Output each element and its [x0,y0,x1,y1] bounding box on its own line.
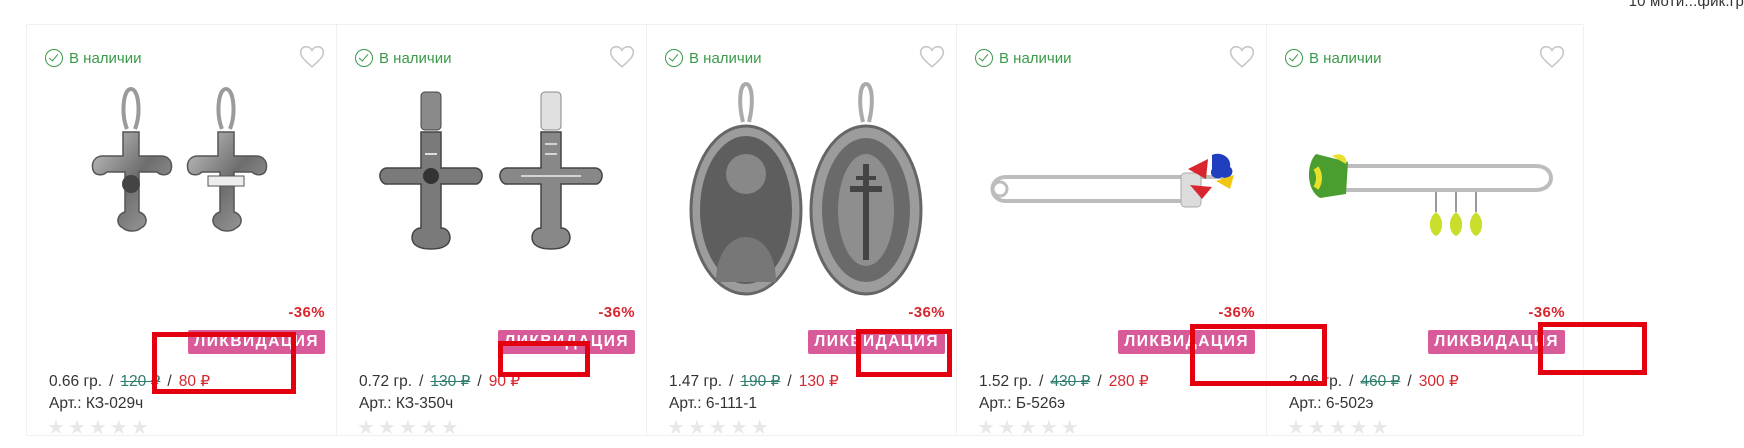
star-icon[interactable]: ★ [1371,418,1389,438]
check-circle-icon [1285,49,1303,67]
new-price: 280 ₽ [1108,373,1149,390]
price-line: 1.47 гр. / 190 ₽ / 130 ₽ [669,372,839,391]
price-highlight-box [1538,322,1647,375]
star-icon[interactable]: ★ [357,418,375,438]
weight: 0.66 гр. [49,372,103,390]
star-icon[interactable]: ★ [1329,418,1347,438]
new-price: 130 ₽ [798,373,839,390]
safety-pin-leaves-icon [1308,154,1553,236]
stock-status: В наличии [355,49,452,67]
rating-stars[interactable]: ★ ★ ★ ★ ★ [357,418,459,438]
heart-icon[interactable] [609,45,635,69]
heart-icon[interactable] [1229,45,1255,69]
product-card[interactable]: В наличии -36% ЛИКВИДАЦИЯ 0.72 гр. / 130… [336,24,654,438]
weight: 1.47 гр. [669,372,723,390]
old-price: 130 ₽ [430,373,471,390]
rating-stars[interactable]: ★ ★ ★ ★ ★ [47,418,149,438]
stock-label: В наличии [1309,49,1382,67]
product-image[interactable] [657,73,955,305]
price-highlight-box [152,332,296,394]
stock-label: В наличии [689,49,762,67]
star-icon[interactable]: ★ [420,418,438,438]
stock-label: В наличии [69,49,142,67]
sku: Арт.: Б-526э [979,395,1066,412]
star-icon[interactable]: ★ [1040,418,1058,438]
safety-pin-butterfly-icon [990,153,1234,208]
star-icon[interactable]: ★ [1287,418,1305,438]
star-icon[interactable]: ★ [998,418,1016,438]
discount-label: -36% [288,304,325,321]
rating-stars[interactable]: ★ ★ ★ ★ ★ [1287,418,1389,438]
star-icon[interactable]: ★ [730,418,748,438]
star-icon[interactable]: ★ [1308,418,1326,438]
stock-label: В наличии [999,49,1072,67]
star-icon[interactable]: ★ [68,418,86,438]
orthodox-cross-pair-icon [379,91,603,250]
star-icon[interactable]: ★ [89,418,107,438]
heart-icon[interactable] [299,45,325,69]
star-icon[interactable]: ★ [709,418,727,438]
star-icon[interactable]: ★ [977,418,995,438]
product-image[interactable] [967,73,1265,305]
star-icon[interactable]: ★ [110,418,128,438]
star-icon[interactable]: ★ [399,418,417,438]
star-icon[interactable]: ★ [1061,418,1079,438]
check-circle-icon [665,49,683,67]
star-icon[interactable]: ★ [1019,418,1037,438]
star-icon[interactable]: ★ [1350,418,1368,438]
old-price: 190 ₽ [740,373,781,390]
rating-stars[interactable]: ★ ★ ★ ★ ★ [977,418,1079,438]
star-icon[interactable]: ★ [751,418,769,438]
sku: Арт.: 6-111-1 [669,395,758,412]
icon-medallion-pair [689,81,923,295]
stock-label: В наличии [379,49,452,67]
star-icon[interactable]: ★ [378,418,396,438]
check-circle-icon [355,49,373,67]
discount-label: -36% [1218,304,1255,321]
discount-label: -36% [598,304,635,321]
star-icon[interactable]: ★ [667,418,685,438]
weight: 0.72 гр. [359,372,413,390]
product-image[interactable] [1277,73,1575,305]
stock-status: В наличии [665,49,762,67]
heart-icon[interactable] [919,45,945,69]
cross-pair-icon [91,86,268,232]
star-icon[interactable]: ★ [441,418,459,438]
sku: Арт.: 6-502э [1289,395,1374,412]
check-circle-icon [45,49,63,67]
heart-icon[interactable] [1539,45,1565,69]
product-image[interactable] [347,73,645,305]
sku: Арт.: КЗ-350ч [359,395,454,412]
old-price: 460 ₽ [1360,373,1401,390]
price-highlight-box [498,341,590,377]
stock-status: В наличии [45,49,142,67]
price-line: 0.72 гр. / 130 ₽ / 90 ₽ [359,372,521,391]
product-image[interactable] [37,73,335,305]
sku: Арт.: КЗ-029ч [49,395,144,412]
check-circle-icon [975,49,993,67]
star-icon[interactable]: ★ [688,418,706,438]
price-line: 1.52 гр. / 430 ₽ / 280 ₽ [979,372,1149,391]
discount-label: -36% [908,304,945,321]
old-price: 430 ₽ [1050,373,1091,390]
new-price: 300 ₽ [1418,373,1459,390]
price-highlight-box [856,329,952,377]
discount-label: -36% [1528,304,1565,321]
price-highlight-box [1190,324,1327,386]
rating-stars[interactable]: ★ ★ ★ ★ ★ [667,418,769,438]
top-link[interactable]: 10 моти...фик.гр [1629,0,1744,10]
star-icon[interactable]: ★ [131,418,149,438]
stock-status: В наличии [975,49,1072,67]
weight: 1.52 гр. [979,372,1033,390]
stock-status: В наличии [1285,49,1382,67]
star-icon[interactable]: ★ [47,418,65,438]
